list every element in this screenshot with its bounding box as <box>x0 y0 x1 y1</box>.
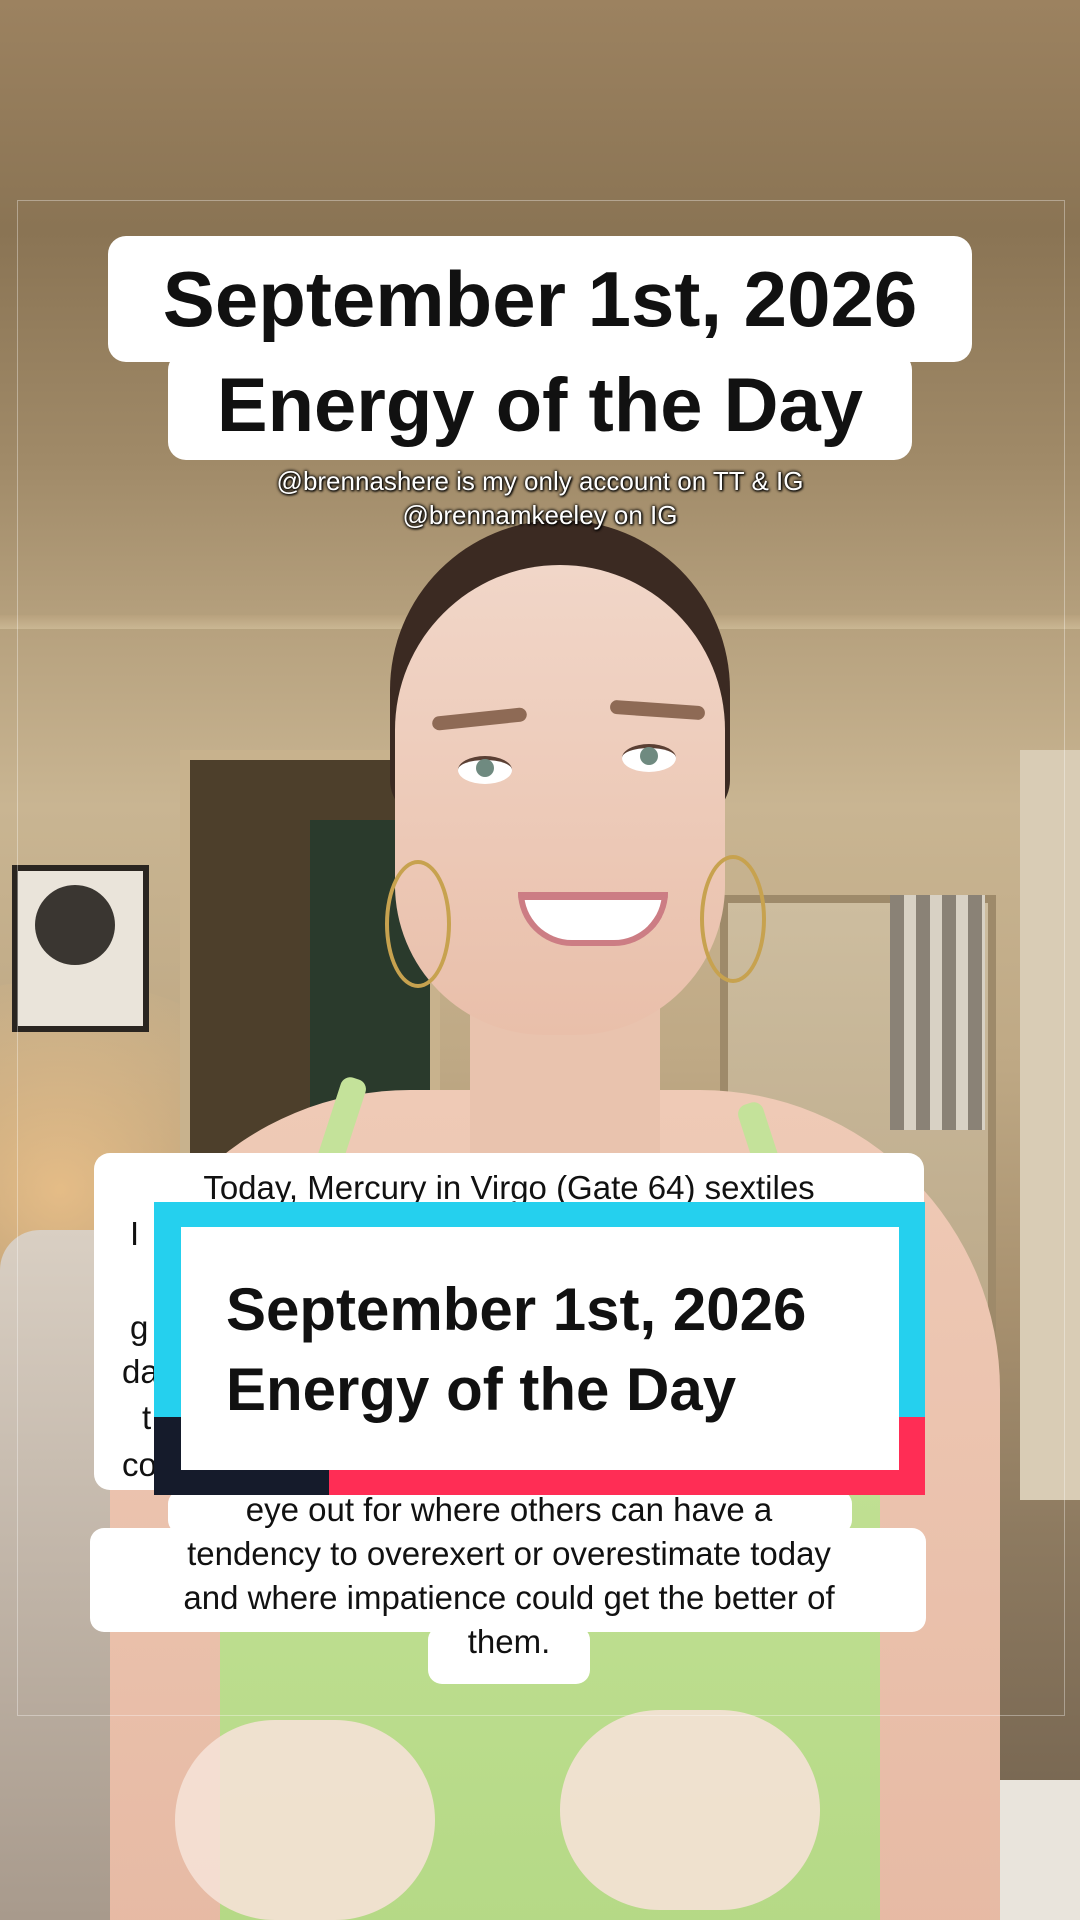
caption-partial-5: co <box>122 1446 157 1483</box>
title-card-white-panel <box>181 1227 899 1470</box>
caption-line-5: them. <box>467 1623 551 1660</box>
title-line-2: Energy of the Day <box>168 352 912 460</box>
title-card-line-1: September 1st, 2026 <box>226 1276 807 1343</box>
title-card-line-2: Energy of the Day <box>226 1356 737 1423</box>
account-handle-line-2: @brennamkeeley on IG <box>402 500 678 530</box>
caption-line-4: and where impatience could get the bette… <box>183 1579 835 1616</box>
account-handle-line-1: @brennashere is my only account on TT & … <box>276 466 804 496</box>
title-card <box>154 1202 925 1495</box>
title-line-1: September 1st, 2026 <box>108 236 972 362</box>
caption-partial-2: g <box>130 1309 149 1346</box>
caption-line-2: eye out for where others can have a <box>245 1491 773 1528</box>
hand-right <box>560 1710 820 1910</box>
caption-line-3: tendency to overexert or overestimate to… <box>187 1535 831 1572</box>
caption-partial-4: t <box>142 1399 152 1436</box>
caption-partial-1: I <box>130 1215 140 1252</box>
hand-left <box>175 1720 435 1920</box>
